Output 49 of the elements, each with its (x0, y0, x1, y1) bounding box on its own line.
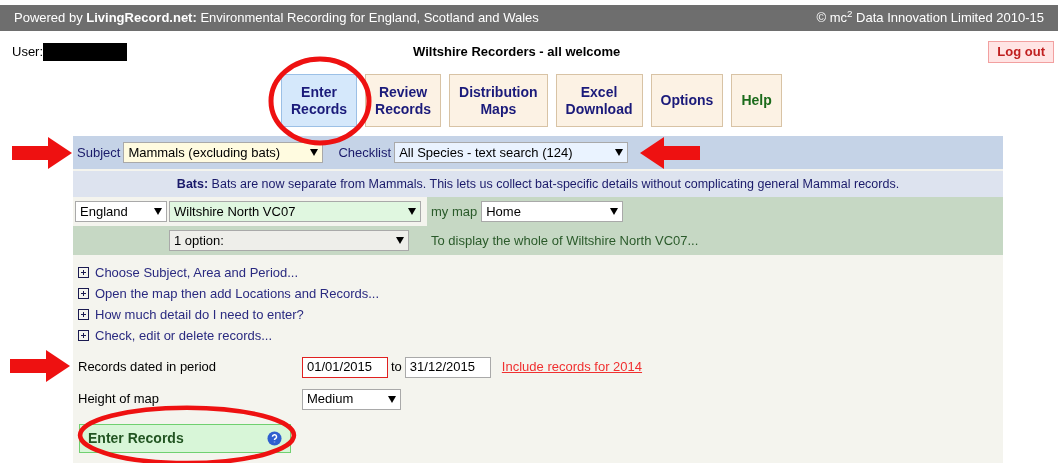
annotation-arrow (12, 137, 72, 169)
dropdown-caret-icon (396, 237, 404, 244)
map-height-select[interactable]: Medium (302, 388, 401, 410)
nav-tab[interactable]: Help (731, 74, 782, 127)
to-label: to (391, 358, 402, 377)
expand-icon (78, 267, 89, 278)
user-label: User: (12, 43, 44, 62)
expand-icon (78, 309, 89, 320)
checklist-label: Checklist (338, 143, 392, 162)
logout-button[interactable]: Log out (988, 41, 1054, 63)
checklist-select[interactable]: All Species - text search (124) (394, 142, 629, 163)
expander-link[interactable]: Open the map then add Locations and Records... (78, 284, 380, 303)
area-hint: To display the whole of Wiltshire North VC07... (431, 231, 699, 250)
nav-tab[interactable]: Options (650, 74, 724, 127)
annotation-arrow (10, 350, 70, 382)
dropdown-caret-icon (310, 149, 319, 156)
nav-tab[interactable]: Excel Download (555, 74, 643, 127)
region-select[interactable]: Wiltshire North VC07 (169, 201, 421, 222)
include-records-link[interactable]: Include records for 2014 (501, 357, 643, 377)
option-select[interactable]: 1 option: (169, 230, 409, 251)
annotation-arrow (640, 137, 700, 169)
help-icon (267, 431, 282, 446)
map-label: my map (431, 202, 478, 221)
notice-text: Bats: Bats are now separate from Mammals. This lets us collect bat-specific details without complicating general Mammal records. (176, 175, 900, 193)
date-to-field[interactable]: 31/12/2015 (404, 356, 491, 378)
map-select[interactable]: Home (481, 201, 624, 222)
copyright-text: © mc$^{2}$ Data Innovation Limited 2010-15 (816, 8, 1044, 28)
map-height-label: Height of map (78, 390, 160, 409)
enter-records-button[interactable]: Enter Records (79, 424, 291, 453)
expand-icon (78, 288, 89, 299)
expand-icon (78, 330, 89, 341)
expander-link[interactable]: Choose Subject, Area and Period... (78, 263, 299, 282)
dropdown-caret-icon (610, 208, 619, 215)
country-select[interactable]: England (75, 201, 167, 222)
dropdown-caret-icon (408, 208, 416, 215)
nav-tab[interactable]: Enter Records (281, 74, 358, 127)
subject-label: Subject (77, 143, 121, 162)
dropdown-caret-icon (388, 395, 396, 403)
subject-select[interactable]: Mammals (excluding bats) (123, 142, 324, 163)
date-from-field[interactable]: 01/01/2015 (302, 356, 388, 378)
expander-link[interactable]: Check, edit or delete records... (78, 326, 273, 345)
nav-tab[interactable]: Distribution Maps (449, 74, 548, 127)
period-label: Records dated in period (78, 358, 218, 377)
nav-tab[interactable]: Review Records (365, 74, 442, 127)
site-title: Wiltshire Recorders - all welcome (413, 43, 622, 62)
dropdown-caret-icon (154, 208, 162, 215)
header-text: Powered by LivingRecord.net: Environmental Recording for England, Scotland and Wales (14, 9, 539, 28)
dropdown-caret-icon (615, 149, 624, 156)
expander-link[interactable]: How much detail do I need to enter? (78, 305, 304, 324)
